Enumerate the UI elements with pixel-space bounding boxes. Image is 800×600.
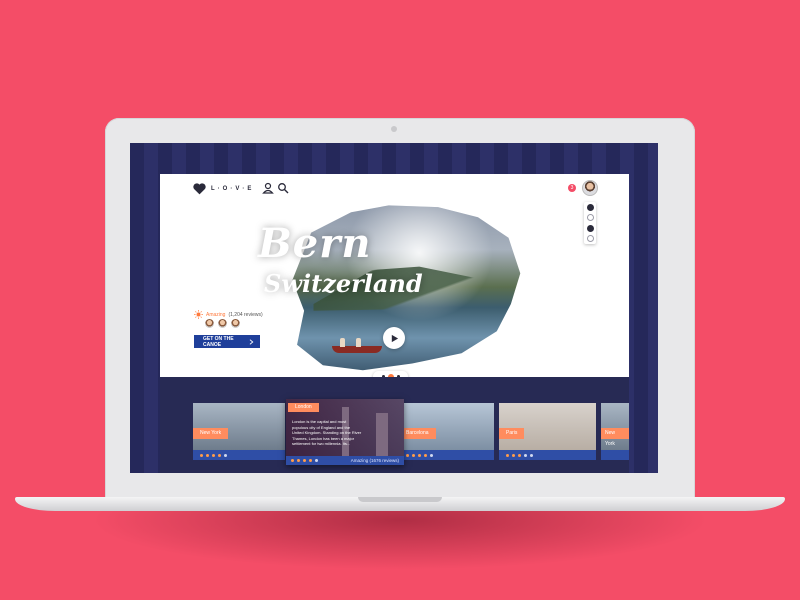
featured-city-description: London is the capital and most populous … bbox=[292, 419, 362, 446]
person bbox=[356, 338, 361, 347]
star-icon bbox=[406, 453, 409, 457]
city-name-tag: Paris bbox=[499, 428, 525, 439]
avatar[interactable] bbox=[205, 319, 214, 328]
star-icon bbox=[303, 459, 306, 462]
avatar[interactable] bbox=[218, 319, 227, 328]
reviewer-avatars bbox=[205, 319, 240, 328]
person bbox=[340, 338, 345, 347]
logo[interactable]: L·O·V·E bbox=[193, 183, 254, 195]
star-icon bbox=[206, 453, 209, 457]
sun-icon bbox=[194, 310, 203, 319]
hero-title: Bern bbox=[258, 220, 372, 267]
play-icon bbox=[391, 334, 398, 342]
tower-icon bbox=[376, 413, 388, 457]
city-image bbox=[399, 403, 494, 450]
city-card[interactable]: New York bbox=[601, 403, 629, 460]
logo-text: L·O·V·E bbox=[211, 186, 255, 192]
hero-subtitle: Switzerland bbox=[264, 269, 423, 298]
featured-rating: Amazing (1676 reviews) bbox=[286, 456, 404, 465]
star-icon bbox=[430, 453, 433, 457]
laptop-notch bbox=[358, 497, 442, 502]
play-button[interactable] bbox=[383, 327, 405, 349]
rating-label: Amazing bbox=[206, 311, 226, 318]
star-rating bbox=[601, 450, 629, 460]
cta-label: GET ON THE CANOE bbox=[203, 335, 234, 348]
avatar-icon[interactable] bbox=[586, 224, 594, 232]
city-card[interactable]: Paris bbox=[499, 403, 596, 460]
star-rating bbox=[499, 450, 596, 460]
heart-icon bbox=[193, 183, 206, 195]
grid-icon[interactable] bbox=[586, 203, 594, 211]
featured-rating-label: Amazing bbox=[350, 458, 369, 463]
star-icon bbox=[530, 453, 533, 457]
canoe bbox=[332, 346, 382, 353]
star-icon bbox=[224, 453, 227, 457]
star-icon bbox=[524, 453, 527, 457]
featured-city-name: London bbox=[288, 403, 319, 412]
city-carousel: New York Barcelona Paris New York London… bbox=[160, 377, 629, 473]
city-name-tag: New York bbox=[193, 428, 229, 439]
camera-icon bbox=[391, 126, 397, 132]
star-icon bbox=[518, 453, 521, 457]
laptop-screen: L·O·V·E 3 Bern Switzerland Amazing (1,20… bbox=[130, 143, 658, 473]
star-rating bbox=[399, 450, 494, 460]
city-card[interactable]: New York bbox=[193, 403, 285, 460]
star-icon bbox=[212, 453, 215, 457]
city-card[interactable]: Barcelona bbox=[399, 403, 494, 460]
star-icon bbox=[218, 453, 221, 457]
side-rail bbox=[584, 202, 596, 244]
star-icon bbox=[512, 453, 515, 457]
star-icon bbox=[291, 459, 294, 462]
featured-reviews: Amazing (1676 reviews) bbox=[351, 458, 399, 463]
avatar[interactable] bbox=[582, 180, 598, 196]
hero-section: L·O·V·E 3 Bern Switzerland Amazing (1,20… bbox=[160, 174, 629, 382]
star-icon bbox=[297, 459, 300, 462]
city-image bbox=[193, 403, 285, 450]
city-name-tag: New York bbox=[601, 428, 629, 447]
star-icon bbox=[200, 453, 203, 457]
star-rating bbox=[193, 450, 285, 460]
chevron-right-icon bbox=[249, 338, 254, 345]
featured-rating-count: (1676 reviews) bbox=[369, 458, 399, 463]
star-icon bbox=[418, 453, 421, 457]
star-icon bbox=[506, 453, 509, 457]
website: L·O·V·E 3 Bern Switzerland Amazing (1,20… bbox=[160, 174, 629, 473]
globe-icon[interactable] bbox=[586, 214, 594, 222]
featured-city-card[interactable]: London London is the capital and most po… bbox=[286, 399, 404, 465]
star-icon bbox=[315, 459, 318, 462]
circle-icon[interactable] bbox=[586, 235, 594, 243]
city-image bbox=[499, 403, 596, 450]
star-icon bbox=[424, 453, 427, 457]
cta-button[interactable]: GET ON THE CANOE bbox=[194, 335, 260, 348]
user-icon[interactable] bbox=[262, 182, 274, 194]
hero-rating: Amazing (1,204 reviews) bbox=[194, 310, 263, 319]
star-icon bbox=[412, 453, 415, 457]
rating-count: (1,204 reviews) bbox=[228, 311, 263, 318]
avatar[interactable] bbox=[231, 319, 240, 328]
city-name-tag: Barcelona bbox=[399, 428, 436, 439]
notification-badge[interactable]: 3 bbox=[568, 184, 576, 192]
search-icon[interactable] bbox=[277, 182, 289, 194]
star-icon bbox=[309, 459, 312, 462]
